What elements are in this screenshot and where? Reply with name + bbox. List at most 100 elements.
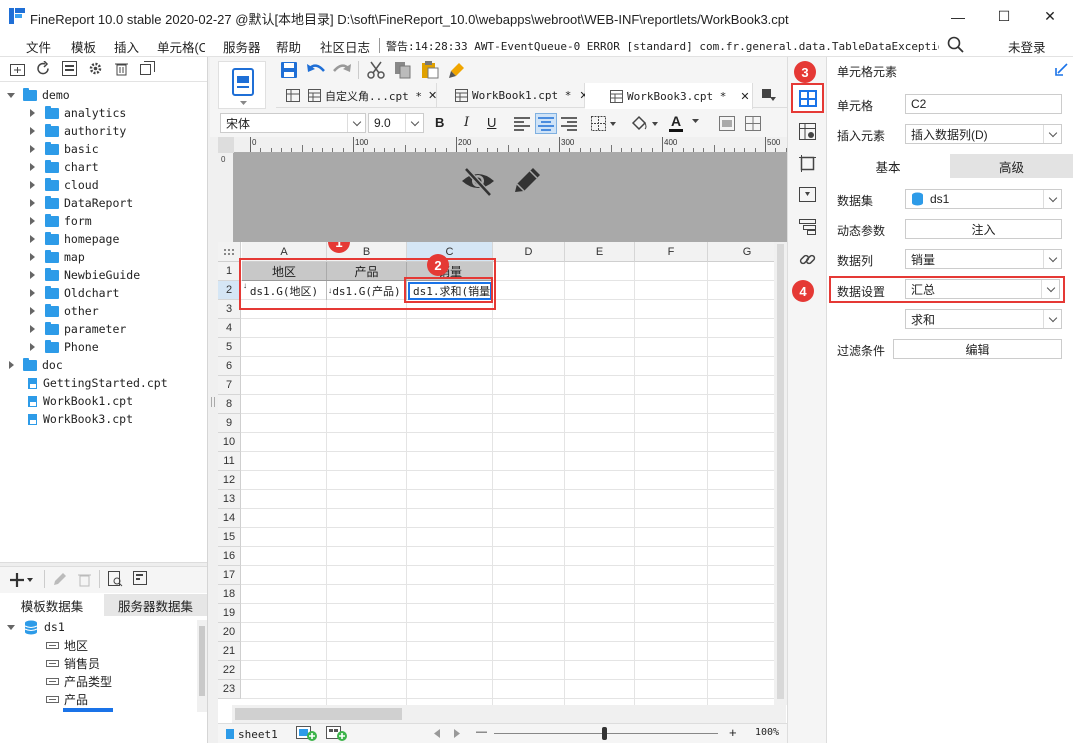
row-header[interactable]: 14	[218, 509, 241, 528]
copy-icon[interactable]	[394, 61, 412, 79]
preview-dataset-icon[interactable]	[108, 571, 123, 587]
dataset-field[interactable]: 产品	[0, 690, 206, 708]
inject-button[interactable]: 注入	[905, 219, 1062, 239]
tree-file-gettingstarted[interactable]: GettingStarted.cpt	[0, 374, 206, 392]
expand-arrow-icon[interactable]	[30, 235, 39, 243]
new-folder-icon[interactable]	[10, 62, 25, 76]
locate-icon[interactable]	[62, 61, 77, 76]
row-header[interactable]: 12	[218, 471, 241, 490]
tree-item-folder[interactable]: parameter	[0, 320, 206, 338]
dataset-select[interactable]: ds1	[905, 189, 1062, 209]
scrollbar-thumb[interactable]	[777, 244, 784, 699]
menu-cell[interactable]: 单元格(C	[157, 37, 205, 56]
row-header[interactable]: 9	[218, 414, 241, 433]
align-left-icon[interactable]	[514, 117, 530, 131]
menu-server[interactable]: 服务器	[223, 37, 261, 56]
expand-arrow-icon[interactable]	[30, 271, 39, 279]
menu-help[interactable]: 帮助	[276, 37, 301, 56]
chevron-down-icon[interactable]	[692, 119, 699, 124]
scrollbar-thumb[interactable]	[235, 708, 402, 720]
delete-icon[interactable]	[114, 61, 129, 76]
new-report-button[interactable]	[218, 61, 266, 109]
row-header[interactable]: 17	[218, 566, 241, 585]
tree-item-doc[interactable]: doc	[0, 356, 206, 374]
login-link[interactable]: 未登录	[1008, 37, 1046, 56]
row-header[interactable]: 21	[218, 642, 241, 661]
select-all-corner[interactable]	[218, 242, 241, 262]
prev-sheet-icon[interactable]	[434, 729, 440, 738]
underline-button[interactable]: U	[487, 115, 496, 130]
spreadsheet-grid[interactable]: ABCDEFG 1 2 3 4 5 6 7 8 9 10 11 12 13 14 15 16 17 18 19 20 2…	[218, 242, 787, 705]
align-center-button[interactable]	[535, 113, 557, 134]
row-header[interactable]: 11	[218, 452, 241, 471]
tree-item-folder[interactable]: NewbieGuide	[0, 266, 206, 284]
font-size-select[interactable]: 9.0	[368, 113, 424, 133]
vertical-splitter[interactable]	[208, 57, 218, 743]
zoom-out-button[interactable]: —	[476, 726, 487, 738]
cell-element-tab[interactable]	[791, 83, 824, 113]
row-header[interactable]: 1	[218, 262, 241, 281]
tree-item-folder[interactable]: Oldchart	[0, 284, 206, 302]
zoom-in-button[interactable]: +	[729, 725, 737, 740]
tree-item-folder[interactable]: form	[0, 212, 206, 230]
expand-arrow-icon[interactable]	[30, 163, 39, 171]
refresh-icon[interactable]	[36, 61, 51, 76]
expand-arrow-icon[interactable]	[30, 109, 39, 117]
edit-pencil-icon[interactable]	[512, 166, 542, 196]
tree-item-folder[interactable]: cloud	[0, 176, 206, 194]
hide-eye-icon[interactable]	[460, 165, 496, 197]
collapse-panel-icon[interactable]	[1055, 63, 1068, 76]
font-family-select[interactable]: 宋体	[220, 113, 366, 133]
filter-edit-button[interactable]: 编辑	[893, 339, 1062, 359]
tab-workbook3[interactable]: WorkBook3.cpt * ✕	[585, 83, 753, 109]
zoom-slider-thumb[interactable]	[602, 727, 607, 740]
row-header[interactable]: 8	[218, 395, 241, 414]
add-sheet-icon[interactable]	[296, 726, 318, 741]
tab-advanced[interactable]: 高级	[950, 154, 1073, 178]
tab-close-icon[interactable]: ✕	[428, 89, 437, 102]
cut-icon[interactable]	[367, 61, 385, 79]
expand-arrow-icon[interactable]	[7, 92, 16, 98]
expand-arrow-icon[interactable]	[7, 624, 16, 630]
row-header[interactable]: 2	[218, 281, 241, 300]
minimize-button[interactable]: —	[935, 0, 981, 33]
expand-arrow-icon[interactable]	[30, 289, 39, 297]
expand-arrow-icon[interactable]	[30, 181, 39, 189]
expand-arrow-icon[interactable]	[30, 127, 39, 135]
bold-button[interactable]: B	[435, 115, 444, 130]
row-header[interactable]: 4	[218, 319, 241, 338]
fill-color-icon[interactable]	[630, 115, 660, 133]
settings-icon[interactable]	[88, 61, 103, 76]
dataset-ds1[interactable]: ds1	[0, 618, 206, 636]
row-header[interactable]: 16	[218, 547, 241, 566]
remove-dataset-icon[interactable]	[77, 572, 92, 587]
data-column-select[interactable]: 销量	[905, 249, 1062, 269]
row-header[interactable]: 15	[218, 528, 241, 547]
row-header[interactable]: 13	[218, 490, 241, 509]
dataset-settings-icon[interactable]	[133, 571, 148, 586]
tab-template-dataset[interactable]: 模板数据集	[0, 594, 104, 616]
row-header[interactable]: 20	[218, 623, 241, 642]
search-icon[interactable]	[947, 36, 965, 54]
tab-workbook1[interactable]: WorkBook1.cpt * ✕	[437, 83, 589, 108]
row-header[interactable]: 7	[218, 376, 241, 395]
tree-file-workbook3[interactable]: WorkBook3.cpt	[0, 410, 206, 428]
warning-message[interactable]: 警告:14:28:33 AWT-EventQueue-0 ERROR [stan…	[386, 38, 939, 54]
horizontal-scrollbar[interactable]	[232, 705, 786, 723]
menu-community-log[interactable]: 社区日志	[320, 37, 370, 56]
tab-custom-role[interactable]: 自定义角...cpt * ✕	[282, 83, 437, 108]
row-header[interactable]: 23	[218, 680, 241, 699]
tree-item-folder[interactable]: authority	[0, 122, 206, 140]
border-icon[interactable]	[591, 116, 617, 132]
dataset-field[interactable]: 销售员	[0, 654, 206, 672]
row-header[interactable]: 18	[218, 585, 241, 604]
dataset-field[interactable]: 地区	[0, 636, 206, 654]
format-painter-icon[interactable]	[448, 61, 466, 79]
expand-arrow-icon[interactable]	[9, 361, 18, 369]
italic-button[interactable]: I	[464, 115, 469, 130]
dataset-field[interactable]: 产品类型	[0, 672, 206, 690]
expand-arrow-icon[interactable]	[30, 199, 39, 207]
align-right-icon[interactable]	[561, 117, 577, 131]
aggregate-function-select[interactable]: 求和	[905, 309, 1062, 329]
row-header[interactable]: 3	[218, 300, 241, 319]
